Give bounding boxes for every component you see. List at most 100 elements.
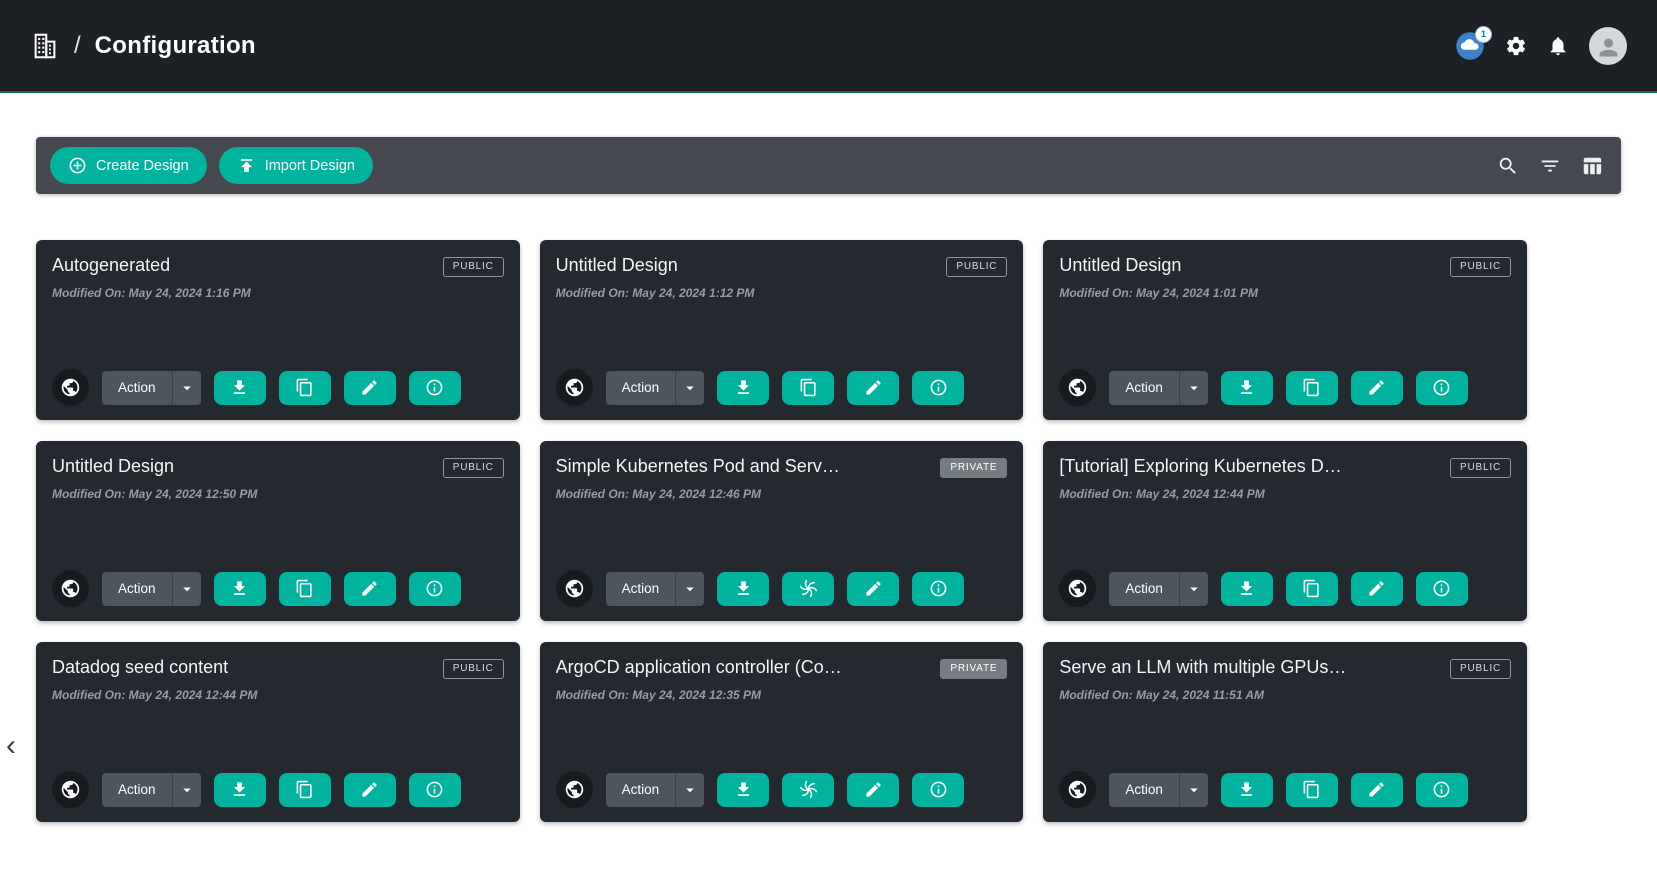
- info-button[interactable]: [912, 773, 964, 807]
- action-dropdown-button[interactable]: [1179, 773, 1208, 807]
- search-button[interactable]: [1493, 151, 1523, 181]
- info-button[interactable]: [912, 371, 964, 405]
- action-button[interactable]: Action: [102, 773, 172, 807]
- visibility-globe-button[interactable]: [1059, 369, 1096, 406]
- info-button[interactable]: [409, 773, 461, 807]
- download-button[interactable]: [717, 572, 769, 606]
- action-dropdown-button[interactable]: [675, 572, 704, 606]
- action-button[interactable]: Action: [606, 773, 676, 807]
- clone-button[interactable]: [1286, 371, 1338, 405]
- action-button[interactable]: Action: [1109, 773, 1179, 807]
- info-button[interactable]: [1416, 572, 1468, 606]
- chevron-down-icon: [1185, 781, 1203, 799]
- visibility-globe-button[interactable]: [556, 771, 593, 808]
- pencil-icon: [1367, 378, 1386, 397]
- create-design-label: Create Design: [96, 158, 189, 174]
- download-button[interactable]: [214, 572, 266, 606]
- edit-button[interactable]: [1351, 773, 1403, 807]
- clone-button[interactable]: [279, 371, 331, 405]
- kanvas-button[interactable]: [782, 773, 834, 807]
- download-button[interactable]: [214, 371, 266, 405]
- download-button[interactable]: [717, 371, 769, 405]
- card-action-row: Action: [52, 570, 504, 607]
- download-icon: [1237, 579, 1256, 598]
- edit-button[interactable]: [344, 773, 396, 807]
- action-dropdown-button[interactable]: [172, 572, 201, 606]
- globe-icon: [60, 779, 81, 800]
- info-button[interactable]: [1416, 371, 1468, 405]
- action-dropdown-button[interactable]: [172, 371, 201, 405]
- edit-button[interactable]: [1351, 371, 1403, 405]
- action-button[interactable]: Action: [102, 371, 172, 405]
- download-button[interactable]: [1221, 773, 1273, 807]
- card-action-row: Action: [556, 369, 1008, 406]
- visibility-badge: PUBLIC: [443, 659, 504, 679]
- visibility-globe-button[interactable]: [556, 570, 593, 607]
- download-button[interactable]: [1221, 572, 1273, 606]
- action-dropdown-button[interactable]: [675, 371, 704, 405]
- edit-button[interactable]: [344, 572, 396, 606]
- notifications-button[interactable]: [1547, 35, 1569, 57]
- settings-button[interactable]: [1505, 35, 1527, 57]
- info-icon: [929, 780, 948, 799]
- edit-button[interactable]: [847, 773, 899, 807]
- action-button[interactable]: Action: [606, 572, 676, 606]
- edit-button[interactable]: [847, 371, 899, 405]
- action-button[interactable]: Action: [102, 572, 172, 606]
- edit-button[interactable]: [847, 572, 899, 606]
- info-button[interactable]: [409, 572, 461, 606]
- visibility-badge: PRIVATE: [940, 659, 1007, 679]
- edit-button[interactable]: [1351, 572, 1403, 606]
- info-button[interactable]: [1416, 773, 1468, 807]
- action-button[interactable]: Action: [1109, 572, 1179, 606]
- clone-button[interactable]: [1286, 572, 1338, 606]
- kanvas-button[interactable]: [782, 572, 834, 606]
- card-header: ArgoCD application controller (Co… PRIVA…: [556, 657, 1008, 679]
- design-title: ArgoCD application controller (Co…: [556, 657, 856, 678]
- visibility-globe-button[interactable]: [1059, 771, 1096, 808]
- filter-button[interactable]: [1535, 151, 1565, 181]
- info-icon: [1432, 780, 1451, 799]
- info-button[interactable]: [409, 371, 461, 405]
- notification-count-badge: 1: [1475, 26, 1492, 43]
- visibility-globe-button[interactable]: [1059, 570, 1096, 607]
- visibility-badge: PUBLIC: [1450, 659, 1511, 679]
- design-card: ArgoCD application controller (Co… PRIVA…: [540, 642, 1024, 822]
- avatar[interactable]: [1589, 27, 1627, 65]
- clone-button[interactable]: [279, 572, 331, 606]
- clone-button[interactable]: [1286, 773, 1338, 807]
- action-button[interactable]: Action: [606, 371, 676, 405]
- visibility-globe-button[interactable]: [52, 369, 89, 406]
- visibility-globe-button[interactable]: [556, 369, 593, 406]
- visibility-globe-button[interactable]: [52, 771, 89, 808]
- action-dropdown-button[interactable]: [675, 773, 704, 807]
- action-dropdown-button[interactable]: [1179, 572, 1208, 606]
- clone-button[interactable]: [782, 371, 834, 405]
- action-button[interactable]: Action: [1109, 371, 1179, 405]
- download-button[interactable]: [214, 773, 266, 807]
- clone-button[interactable]: [279, 773, 331, 807]
- clone-icon: [1302, 378, 1321, 397]
- chevron-down-icon: [681, 379, 699, 397]
- info-button[interactable]: [912, 572, 964, 606]
- action-split-button: Action: [1109, 572, 1208, 606]
- download-button[interactable]: [717, 773, 769, 807]
- pencil-icon: [360, 579, 379, 598]
- action-dropdown-button[interactable]: [172, 773, 201, 807]
- globe-icon: [1067, 779, 1088, 800]
- modified-on-label: Modified On: May 24, 2024 12:46 PM: [556, 487, 1008, 501]
- table-view-button[interactable]: [1577, 151, 1607, 181]
- design-title: Untitled Design: [556, 255, 692, 276]
- action-dropdown-button[interactable]: [1179, 371, 1208, 405]
- create-design-button[interactable]: Create Design: [50, 147, 207, 184]
- clone-icon: [799, 378, 818, 397]
- breadcrumb-separator: /: [74, 32, 81, 60]
- edit-button[interactable]: [344, 371, 396, 405]
- kanvas-spiral-icon: [799, 780, 818, 799]
- visibility-globe-button[interactable]: [52, 570, 89, 607]
- action-split-button: Action: [606, 572, 705, 606]
- import-design-button[interactable]: Import Design: [219, 147, 373, 184]
- download-button[interactable]: [1221, 371, 1273, 405]
- collapse-chevron-button[interactable]: ‹: [0, 731, 22, 761]
- cloud-provider-button[interactable]: 1: [1455, 31, 1485, 61]
